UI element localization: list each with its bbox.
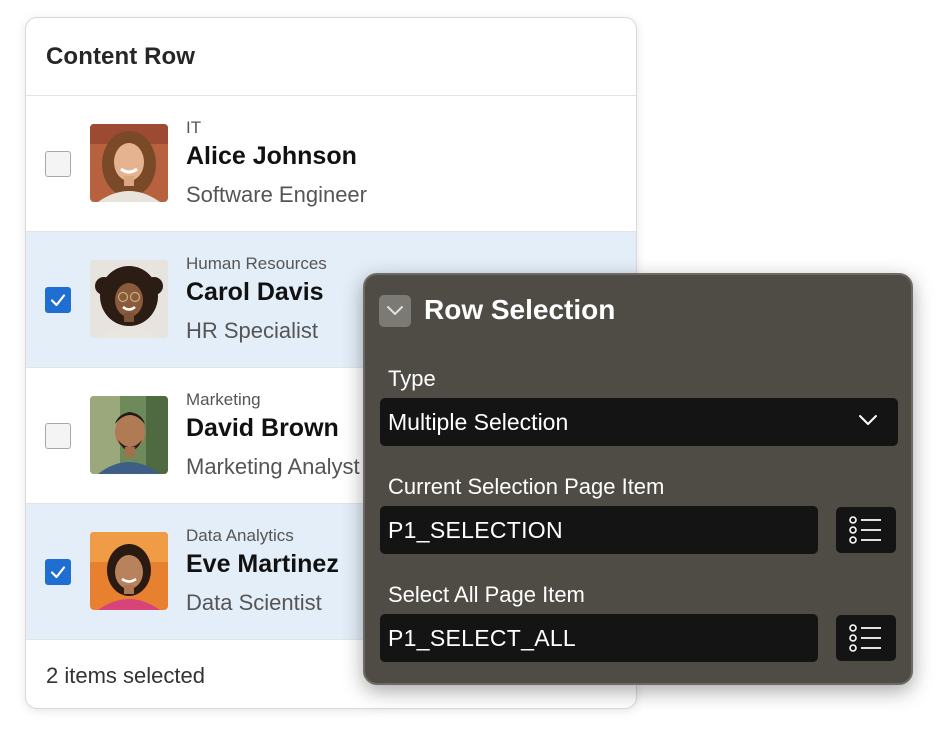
- selection-count: 2 items selected: [46, 663, 205, 688]
- chevron-down-icon: [859, 415, 877, 425]
- row-overline: IT: [186, 118, 202, 137]
- list-icon: [849, 516, 881, 544]
- current-selection-list-button[interactable]: [836, 507, 896, 553]
- select-all-input[interactable]: P1_SELECT_ALL: [380, 614, 818, 662]
- row-title: Eve Martinez: [186, 550, 339, 578]
- card-title: Content Row: [46, 42, 196, 70]
- checkmark-icon: [50, 566, 66, 579]
- row-title: Carol Davis: [186, 278, 324, 306]
- row-subtitle: Marketing Analyst: [186, 454, 360, 479]
- chevron-down-icon: [387, 306, 403, 315]
- row-checkbox[interactable]: [45, 151, 71, 177]
- avatar: [90, 532, 168, 610]
- current-selection-value: P1_SELECTION: [388, 516, 563, 543]
- select-all-label: Select All Page Item: [388, 582, 585, 607]
- checkmark-icon: [50, 294, 66, 307]
- type-label: Type: [388, 366, 436, 391]
- card-header: Content Row: [26, 18, 636, 96]
- row-checkbox[interactable]: [45, 287, 71, 313]
- row-selection-panel: Row Selection Type Multiple Selection Cu…: [363, 273, 913, 685]
- row-title: Alice Johnson: [186, 142, 357, 170]
- collapse-toggle-button[interactable]: [379, 295, 411, 327]
- row-title: David Brown: [186, 414, 339, 442]
- row-checkbox[interactable]: [45, 559, 71, 585]
- list-icon: [849, 624, 881, 652]
- select-all-list-button[interactable]: [836, 615, 896, 661]
- current-selection-input[interactable]: P1_SELECTION: [380, 506, 818, 554]
- list-item[interactable]: IT Alice Johnson Software Engineer: [26, 96, 636, 232]
- row-subtitle: HR Specialist: [186, 318, 319, 343]
- panel-title: Row Selection: [424, 294, 616, 325]
- current-selection-label: Current Selection Page Item: [388, 474, 665, 499]
- select-all-value: P1_SELECT_ALL: [388, 624, 577, 651]
- row-checkbox[interactable]: [45, 423, 71, 449]
- avatar: [90, 396, 168, 474]
- row-subtitle: Data Scientist: [186, 590, 322, 615]
- row-subtitle: Software Engineer: [186, 182, 367, 207]
- row-overline: Human Resources: [186, 254, 327, 273]
- avatar: [90, 260, 168, 338]
- row-overline: Data Analytics: [186, 526, 294, 545]
- type-select[interactable]: Multiple Selection: [380, 398, 898, 446]
- avatar: [90, 124, 168, 202]
- type-select-value: Multiple Selection: [388, 408, 569, 435]
- row-overline: Marketing: [186, 390, 261, 409]
